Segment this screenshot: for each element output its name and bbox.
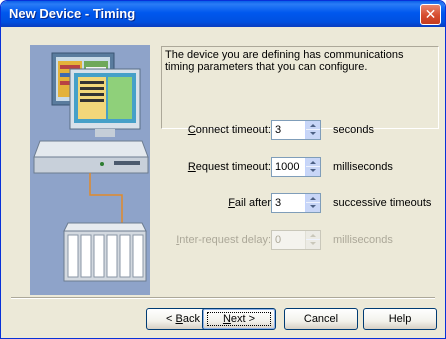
inter-request-delay-up-button bbox=[306, 231, 320, 240]
fail-after-down-button[interactable] bbox=[306, 203, 320, 212]
button-separator bbox=[11, 297, 435, 299]
request-timeout-spinner[interactable]: 1000 bbox=[271, 157, 321, 177]
wizard-illustration bbox=[30, 45, 150, 295]
fail-after-spinner[interactable]: 3 bbox=[271, 193, 321, 213]
spin-up-icon bbox=[310, 161, 316, 164]
inter-request-delay-arrows bbox=[305, 231, 320, 249]
fail-after-up-button[interactable] bbox=[306, 194, 320, 203]
help-button-label: Help bbox=[388, 313, 412, 325]
help-button[interactable]: Help bbox=[363, 308, 437, 330]
fail-after-label-text: ail after bbox=[234, 197, 271, 209]
connect-timeout-arrows bbox=[305, 121, 320, 139]
focus-rectangle bbox=[207, 312, 271, 326]
request-timeout-label-text: equest timeout: bbox=[195, 161, 271, 173]
cancel-button-label: Cancel bbox=[303, 313, 339, 325]
request-timeout-unit: milliseconds bbox=[333, 161, 393, 173]
spin-down-icon bbox=[310, 169, 316, 172]
fail-after-unit: successive timeouts bbox=[333, 197, 432, 209]
connect-timeout-down-button[interactable] bbox=[306, 130, 320, 139]
fail-after-hotkey: F bbox=[228, 197, 235, 209]
spin-up-icon bbox=[310, 234, 316, 237]
description-panel: The device you are defining has communic… bbox=[161, 46, 439, 129]
connect-timeout-hotkey: C bbox=[187, 124, 196, 136]
connect-timeout-value[interactable]: 3 bbox=[275, 124, 281, 136]
inter-request-delay-unit: milliseconds bbox=[333, 234, 393, 246]
dialog-body: The device you are defining has communic… bbox=[4, 27, 442, 337]
request-timeout-up-button[interactable] bbox=[306, 158, 320, 167]
inter-request-delay-label-text: nter-request delay: bbox=[179, 234, 271, 246]
back-button-label: ack bbox=[182, 313, 200, 325]
connect-timeout-row: Connect timeout: 3 seconds bbox=[161, 120, 439, 142]
close-button[interactable]: ✕ bbox=[420, 4, 441, 25]
connect-timeout-label-text: onnect timeout: bbox=[195, 124, 271, 136]
request-timeout-value[interactable]: 1000 bbox=[275, 161, 299, 173]
fail-after-arrows bbox=[305, 194, 320, 212]
connect-timeout-up-button[interactable] bbox=[306, 121, 320, 130]
connect-timeout-unit: seconds bbox=[333, 124, 374, 136]
spin-down-icon bbox=[310, 132, 316, 135]
spin-down-icon bbox=[310, 242, 316, 245]
inter-request-delay-value: 0 bbox=[275, 234, 282, 246]
connect-timeout-spinner[interactable]: 3 bbox=[271, 120, 321, 140]
request-timeout-arrows bbox=[305, 158, 320, 176]
inter-request-delay-label: Inter-request delay: bbox=[176, 234, 271, 246]
title-bar[interactable]: New Device - Timing ✕ bbox=[1, 1, 445, 27]
spin-up-icon bbox=[310, 124, 316, 127]
next-button[interactable]: Next > bbox=[202, 308, 276, 330]
inter-request-delay-down-button bbox=[306, 240, 320, 249]
close-icon: ✕ bbox=[424, 6, 437, 22]
spin-up-icon bbox=[310, 197, 316, 200]
connect-timeout-label: Connect timeout: bbox=[188, 124, 271, 136]
request-timeout-row: Request timeout: 1000 milliseconds bbox=[161, 157, 439, 179]
description-text: The device you are defining has communic… bbox=[165, 49, 404, 73]
fail-after-label: Fail after bbox=[228, 197, 271, 209]
cancel-button[interactable]: Cancel bbox=[284, 308, 358, 330]
inter-request-delay-spinner: 0 bbox=[271, 230, 321, 250]
back-button-prefix: < bbox=[166, 313, 176, 325]
request-timeout-label: Request timeout: bbox=[188, 161, 271, 173]
inter-request-delay-row: Inter-request delay: 0 milliseconds bbox=[161, 230, 439, 252]
request-timeout-hotkey: R bbox=[187, 161, 196, 173]
fail-after-value[interactable]: 3 bbox=[275, 197, 281, 209]
back-button-hotkey: B bbox=[175, 313, 183, 325]
request-timeout-down-button[interactable] bbox=[306, 167, 320, 176]
fail-after-row: Fail after 3 successive timeouts bbox=[161, 193, 439, 215]
window-title: New Device - Timing bbox=[9, 6, 136, 21]
spin-down-icon bbox=[310, 205, 316, 208]
dialog-window: New Device - Timing ✕ The device you are… bbox=[0, 0, 446, 339]
